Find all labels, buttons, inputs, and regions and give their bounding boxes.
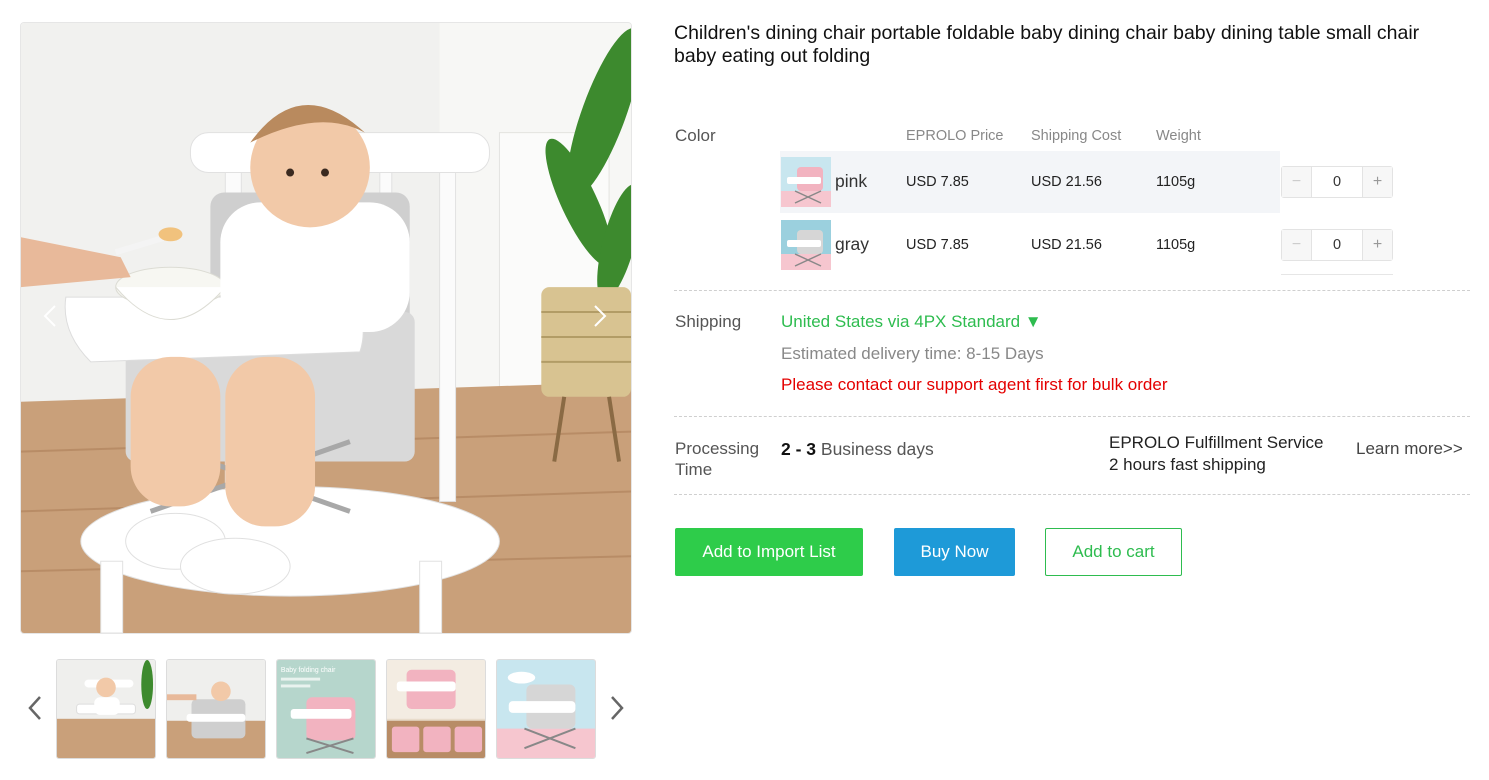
decrement-button[interactable]: − [1282,167,1312,197]
color-label: Color [675,126,716,145]
variant-price: USD 7.85 [906,174,969,190]
shipping-label: Shipping [675,312,742,331]
processing-days-unit: Business days [816,439,934,459]
thumbnail-image [167,660,265,758]
chevron-right-icon [611,696,624,720]
chevron-right-icon [594,305,607,327]
thumbnail-image: Baby folding chair [277,660,375,758]
fulfillment-service: EPROLO Fulfillment Service 2 hours fast … [1109,432,1323,476]
quantity-input[interactable] [1312,230,1362,260]
processing-days: 2 - 3 Business days [781,439,934,460]
quantity-stepper-gray: − + [1281,229,1393,261]
bulk-order-notice: Please contact our support agent first f… [781,375,1168,394]
variant-name: gray [835,234,870,254]
add-to-cart-button[interactable]: Add to cart [1045,528,1182,576]
increment-button[interactable]: + [1362,167,1392,197]
variant-price: USD 7.85 [906,237,969,253]
shipping-method-dropdown[interactable]: United States via 4PX Standard ▼ [781,312,1042,332]
thumbnail-image [497,660,595,758]
variant-row-gray[interactable]: gray USD 7.85 USD 21.56 1105g [780,214,1280,276]
section-divider [674,416,1470,417]
thumbnail-image [57,660,155,758]
thumbnail-image [387,660,485,758]
chevron-left-icon [43,305,56,327]
thumbnail-prev-button[interactable] [22,688,48,728]
variant-shipping-cost: USD 21.56 [1031,174,1102,190]
product-title: Children's dining chair portable foldabl… [674,22,1420,67]
fulfillment-service-title: EPROLO Fulfillment Service [1109,433,1324,452]
processing-label-line1: Processing [675,439,760,458]
stepper-divider [1281,274,1393,275]
main-image-prev-button[interactable] [38,296,62,336]
quantity-input[interactable] [1312,167,1362,197]
variant-weight: 1105g [1156,174,1196,190]
increment-button[interactable]: + [1362,230,1392,260]
section-divider [674,494,1470,495]
variant-thumbnail [781,220,831,270]
processing-time-label: Processing Time [675,438,759,480]
variant-shipping-cost: USD 21.56 [1031,237,1102,253]
thumbnail-2[interactable] [166,659,266,759]
thumbnail-3[interactable]: Baby folding chair [276,659,376,759]
section-divider [674,290,1470,291]
thumbnail-1[interactable] [56,659,156,759]
learn-more-link[interactable]: Learn more>> [1356,439,1463,459]
fulfillment-service-subtitle: 2 hours fast shipping [1109,455,1266,474]
variant-thumbnail [781,157,831,207]
thumbnail-strip: Baby folding chair [20,658,632,760]
chevron-left-icon [28,696,41,720]
thumbnail-3-caption: Baby folding chair [281,667,336,674]
variant-row-pink[interactable]: pink USD 7.85 USD 21.56 1105g [780,151,1280,213]
thumbnail-next-button[interactable] [604,688,630,728]
product-photo [21,23,631,633]
processing-label-line2: Time [675,460,713,479]
decrement-button[interactable]: − [1282,230,1312,260]
quantity-stepper-pink: − + [1281,166,1393,198]
price-header: EPROLO Price [906,128,1004,144]
delivery-estimate: Estimated delivery time: 8-15 Days [781,344,1044,363]
processing-days-range: 2 - 3 [781,439,817,459]
thumbnail-4[interactable] [386,659,486,759]
variant-name: pink [835,171,868,191]
main-product-image[interactable] [20,22,632,634]
add-to-import-list-button[interactable]: Add to Import List [675,528,863,576]
variant-weight: 1105g [1156,237,1196,253]
thumbnail-5[interactable] [496,659,596,759]
weight-header: Weight [1156,128,1201,144]
shipping-cost-header: Shipping Cost [1031,128,1122,144]
buy-now-button[interactable]: Buy Now [894,528,1015,576]
main-image-next-button[interactable] [588,296,612,336]
